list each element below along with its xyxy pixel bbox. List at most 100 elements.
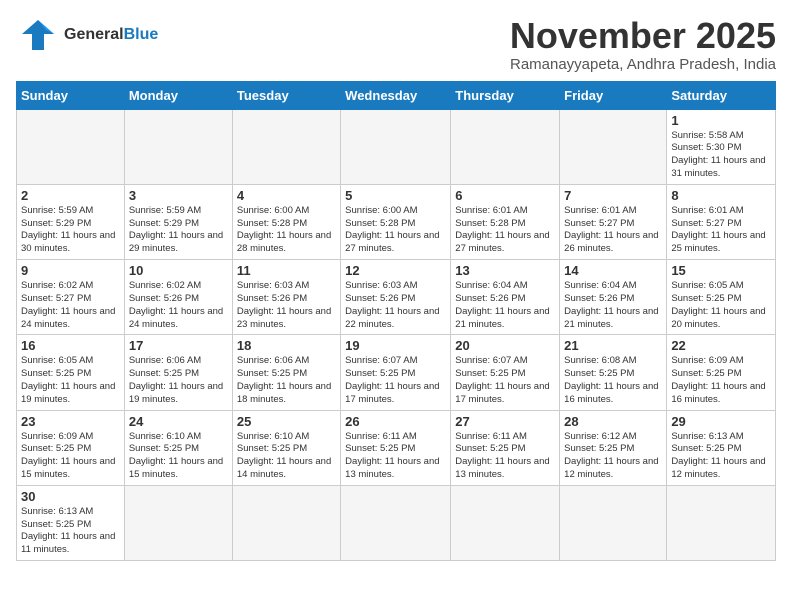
cell-sun-info: Sunrise: 6:13 AMSunset: 5:25 PMDaylight:… [671,431,771,482]
calendar-table: SundayMondayTuesdayWednesdayThursdayFrid… [16,81,776,562]
calendar-cell [451,109,560,184]
day-number: 10 [129,263,228,278]
cell-sun-info: Sunrise: 6:05 AMSunset: 5:25 PMDaylight:… [671,280,771,331]
calendar-cell [341,485,451,560]
calendar-cell [560,109,667,184]
day-number: 21 [564,338,662,353]
day-number: 1 [671,113,771,128]
day-number: 20 [455,338,555,353]
calendar-cell: 26Sunrise: 6:11 AMSunset: 5:25 PMDayligh… [341,410,451,485]
calendar-week-row: 16 Sunrise: 6:05 AMSunset: 5:25 PMDayligh… [17,335,776,410]
cell-sun-info: Sunrise: 6:00 AMSunset: 5:28 PMDaylight:… [345,205,446,256]
logo-icon [16,16,60,54]
day-number: 25 [237,414,336,429]
calendar-cell: 16 Sunrise: 6:05 AMSunset: 5:25 PMDayligh… [17,335,125,410]
cell-sun-info: Sunrise: 6:03 AMSunset: 5:26 PMDaylight:… [237,280,336,331]
day-number: 3 [129,188,228,203]
day-number: 6 [455,188,555,203]
cell-sun-info: Sunrise: 6:02 AMSunset: 5:27 PMDaylight:… [21,280,120,331]
calendar-cell: 17 Sunrise: 6:06 AMSunset: 5:25 PMDayligh… [124,335,232,410]
calendar-cell: 21 Sunrise: 6:08 AMSunset: 5:25 PMDayligh… [560,335,667,410]
logo-general: General [64,26,124,43]
weekday-header-friday: Friday [560,81,667,109]
calendar-cell [232,485,340,560]
cell-sun-info: Sunrise: 6:00 AMSunset: 5:28 PMDaylight:… [237,205,336,256]
calendar-cell: 25 Sunrise: 6:10 AMSunset: 5:25 PMDayligh… [232,410,340,485]
weekday-header-row: SundayMondayTuesdayWednesdayThursdayFrid… [17,81,776,109]
calendar-cell: 19Sunrise: 6:07 AMSunset: 5:25 PMDayligh… [341,335,451,410]
calendar-week-row: 23 Sunrise: 6:09 AMSunset: 5:25 PMDayligh… [17,410,776,485]
logo: GeneralBlue [16,16,158,54]
calendar-cell: 3Sunrise: 5:59 AMSunset: 5:29 PMDaylight… [124,184,232,259]
cell-sun-info: Sunrise: 6:01 AMSunset: 5:27 PMDaylight:… [564,205,662,256]
calendar-cell [560,485,667,560]
cell-sun-info: Sunrise: 6:05 AMSunset: 5:25 PMDaylight:… [21,355,120,406]
calendar-cell [17,109,125,184]
cell-sun-info: Sunrise: 6:01 AMSunset: 5:28 PMDaylight:… [455,205,555,256]
month-title: November 2025 [510,16,776,56]
cell-sun-info: Sunrise: 6:11 AMSunset: 5:25 PMDaylight:… [345,431,446,482]
calendar-cell: 23 Sunrise: 6:09 AMSunset: 5:25 PMDayligh… [17,410,125,485]
day-number: 2 [21,188,120,203]
calendar-week-row: 2Sunrise: 5:59 AMSunset: 5:29 PMDaylight… [17,184,776,259]
day-number: 7 [564,188,662,203]
calendar-cell: 22Sunrise: 6:09 AMSunset: 5:25 PMDayligh… [667,335,776,410]
calendar-cell [451,485,560,560]
cell-sun-info: Sunrise: 6:09 AMSunset: 5:25 PMDaylight:… [671,355,771,406]
cell-sun-info: Sunrise: 6:03 AMSunset: 5:26 PMDaylight:… [345,280,446,331]
day-number: 14 [564,263,662,278]
cell-sun-info: Sunrise: 6:10 AMSunset: 5:25 PMDaylight:… [237,431,336,482]
calendar-cell: 27 Sunrise: 6:11 AMSunset: 5:25 PMDayligh… [451,410,560,485]
cell-sun-info: Sunrise: 6:02 AMSunset: 5:26 PMDaylight:… [129,280,228,331]
cell-sun-info: Sunrise: 6:13 AMSunset: 5:25 PMDaylight:… [21,506,120,557]
calendar-cell: 11 Sunrise: 6:03 AMSunset: 5:26 PMDayligh… [232,260,340,335]
calendar-cell: 20 Sunrise: 6:07 AMSunset: 5:25 PMDayligh… [451,335,560,410]
location: Ramanayyapeta, Andhra Pradesh, India [510,56,776,73]
cell-sun-info: Sunrise: 6:08 AMSunset: 5:25 PMDaylight:… [564,355,662,406]
cell-sun-info: Sunrise: 6:06 AMSunset: 5:25 PMDaylight:… [129,355,228,406]
day-number: 15 [671,263,771,278]
calendar-cell: 29Sunrise: 6:13 AMSunset: 5:25 PMDayligh… [667,410,776,485]
calendar-cell: 15 Sunrise: 6:05 AMSunset: 5:25 PMDayligh… [667,260,776,335]
day-number: 16 [21,338,120,353]
weekday-header-tuesday: Tuesday [232,81,340,109]
calendar-cell: 14Sunrise: 6:04 AMSunset: 5:26 PMDayligh… [560,260,667,335]
calendar-cell: 4Sunrise: 6:00 AMSunset: 5:28 PMDaylight… [232,184,340,259]
calendar-cell: 28Sunrise: 6:12 AMSunset: 5:25 PMDayligh… [560,410,667,485]
calendar-cell: 18 Sunrise: 6:06 AMSunset: 5:25 PMDayligh… [232,335,340,410]
cell-sun-info: Sunrise: 6:07 AMSunset: 5:25 PMDaylight:… [455,355,555,406]
calendar-cell [124,109,232,184]
cell-sun-info: Sunrise: 6:10 AMSunset: 5:25 PMDaylight:… [129,431,228,482]
calendar-cell: 1Sunrise: 5:58 AMSunset: 5:30 PMDaylight… [667,109,776,184]
day-number: 11 [237,263,336,278]
day-number: 30 [21,489,120,504]
calendar-week-row: 9 Sunrise: 6:02 AMSunset: 5:27 PMDaylight… [17,260,776,335]
calendar-cell: 2Sunrise: 5:59 AMSunset: 5:29 PMDaylight… [17,184,125,259]
day-number: 13 [455,263,555,278]
day-number: 18 [237,338,336,353]
calendar-cell: 24 Sunrise: 6:10 AMSunset: 5:25 PMDayligh… [124,410,232,485]
logo-blue: Blue [124,26,159,43]
calendar-cell: 7 Sunrise: 6:01 AMSunset: 5:27 PMDaylight… [560,184,667,259]
calendar-cell [667,485,776,560]
day-number: 12 [345,263,446,278]
calendar-cell: 30 Sunrise: 6:13 AMSunset: 5:25 PMDayligh… [17,485,125,560]
cell-sun-info: Sunrise: 6:11 AMSunset: 5:25 PMDaylight:… [455,431,555,482]
cell-sun-info: Sunrise: 6:09 AMSunset: 5:25 PMDaylight:… [21,431,120,482]
calendar-cell: 13Sunrise: 6:04 AMSunset: 5:26 PMDayligh… [451,260,560,335]
day-number: 27 [455,414,555,429]
calendar-cell: 9 Sunrise: 6:02 AMSunset: 5:27 PMDaylight… [17,260,125,335]
calendar-week-row: 1Sunrise: 5:58 AMSunset: 5:30 PMDaylight… [17,109,776,184]
calendar-cell: 10 Sunrise: 6:02 AMSunset: 5:26 PMDayligh… [124,260,232,335]
cell-sun-info: Sunrise: 6:06 AMSunset: 5:25 PMDaylight:… [237,355,336,406]
day-number: 19 [345,338,446,353]
cell-sun-info: Sunrise: 6:12 AMSunset: 5:25 PMDaylight:… [564,431,662,482]
day-number: 24 [129,414,228,429]
day-number: 23 [21,414,120,429]
day-number: 9 [21,263,120,278]
calendar-cell [232,109,340,184]
calendar-week-row: 30 Sunrise: 6:13 AMSunset: 5:25 PMDayligh… [17,485,776,560]
day-number: 8 [671,188,771,203]
day-number: 17 [129,338,228,353]
calendar-cell [341,109,451,184]
